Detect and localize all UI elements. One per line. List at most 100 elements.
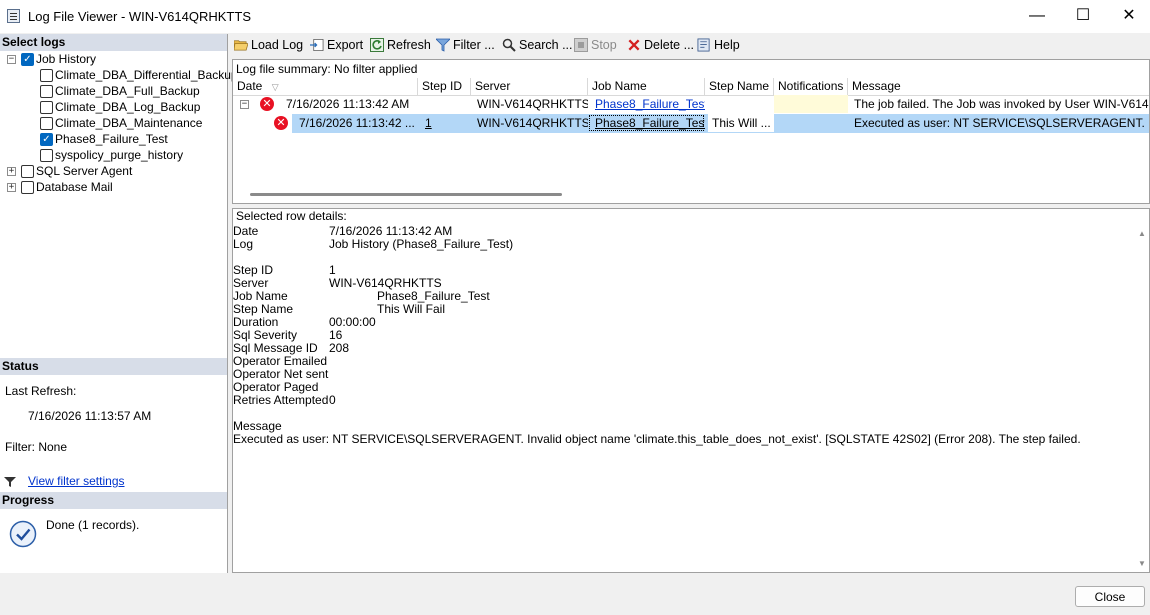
cell-step-name [705, 95, 774, 113]
left-panel: Select logs − ✓ Job History Climate_DBA_… [0, 34, 238, 573]
filter-status: Filter: None [5, 440, 68, 454]
select-logs-heading: Select logs [0, 34, 227, 51]
refresh-icon [370, 38, 384, 52]
row-details-panel: Selected row details: Date 7/16/2026 11:… [232, 208, 1150, 573]
column-header-date[interactable]: Date ▽ [233, 78, 418, 95]
expand-database-mail-toggle[interactable]: + [7, 183, 16, 192]
cell-server: WIN-V614QRHKTTS [477, 116, 588, 130]
load-log-label: Load Log [251, 38, 304, 52]
search-label: Search ... [519, 38, 573, 52]
tree-item-job[interactable]: Climate_DBA_Full_Backup [55, 84, 200, 98]
detail-retries-value: 0 [329, 393, 336, 407]
tree-item-job[interactable]: syspolicy_purge_history [55, 148, 183, 162]
detail-retries-label: Retries Attempted [233, 393, 329, 407]
folder-icon [234, 40, 248, 51]
tree-item-job[interactable]: Climate_DBA_Differential_Backup [55, 68, 238, 82]
stop-button[interactable]: Stop [574, 36, 617, 54]
refresh-label: Refresh [387, 38, 431, 52]
detail-step-name-value: This Will Fail [377, 302, 445, 316]
log-grid: Log file summary: No filter applied Date… [232, 59, 1150, 204]
filter-button[interactable]: Filter ... [436, 36, 495, 54]
details-heading: Selected row details: [236, 209, 347, 223]
cell-notifications [774, 114, 848, 132]
cell-date: 7/16/2026 11:13:42 ... [299, 116, 415, 130]
last-refresh-value: 7/16/2026 11:13:57 AM [28, 409, 152, 423]
job-checkbox[interactable] [40, 85, 53, 98]
cell-message: The job failed. The Job was invoked by U… [854, 97, 1149, 111]
help-label: Help [714, 38, 740, 52]
title-bar: Log File Viewer - WIN-V614QRHKTTS — ☐ ✕ [0, 0, 1150, 33]
cell-notifications [774, 95, 848, 113]
export-button[interactable]: Export [310, 36, 363, 54]
app-icon [7, 9, 20, 23]
scroll-down-arrow-icon[interactable]: ▼ [1138, 559, 1146, 568]
cell-job-name-link[interactable]: Phase8_Failure_Test [588, 114, 705, 132]
tree-item-job[interactable]: Phase8_Failure_Test [55, 132, 168, 146]
sort-arrow-icon: ▽ [271, 82, 279, 92]
cell-server: WIN-V614QRHKTTS [477, 97, 588, 111]
error-icon: ✕ [260, 97, 274, 111]
cell-message: Executed as user: NT SERVICE\SQLSERVERAG… [854, 116, 1150, 130]
log-summary: Log file summary: No filter applied [236, 62, 418, 76]
column-header-notifications[interactable]: Notifications [774, 78, 848, 95]
database-mail-checkbox[interactable] [21, 181, 34, 194]
expand-sql-server-agent-toggle[interactable]: + [7, 167, 16, 176]
refresh-button[interactable]: Refresh [370, 36, 431, 54]
horizontal-scrollbar-thumb[interactable] [250, 193, 562, 196]
filter-funnel-icon [436, 38, 450, 52]
search-icon [502, 38, 516, 52]
stop-icon [574, 38, 588, 52]
cell-step-id-link[interactable]: 1 [421, 114, 471, 132]
detail-message-value: Executed as user: NT SERVICE\SQLSERVERAG… [233, 432, 1081, 446]
minimize-button[interactable]: — [1014, 0, 1060, 32]
cell-step-name: This Will ... [708, 114, 774, 132]
maximize-button[interactable]: ☐ [1060, 0, 1106, 32]
tree-item-sql-server-agent[interactable]: SQL Server Agent [36, 164, 132, 178]
job-checkbox[interactable] [40, 117, 53, 130]
tree-item-job-history[interactable]: Job History [36, 52, 96, 66]
cell-job-name-link[interactable]: Phase8_Failure_Test [591, 95, 705, 113]
scroll-up-arrow-icon[interactable]: ▲ [1138, 229, 1146, 238]
job-checkbox[interactable] [40, 149, 53, 162]
status-heading: Status [0, 358, 227, 375]
column-header-server[interactable]: Server [471, 78, 588, 95]
done-check-icon [9, 520, 37, 548]
column-header-job-name[interactable]: Job Name [588, 78, 705, 95]
last-refresh-label: Last Refresh: [5, 384, 77, 398]
delete-icon [628, 39, 640, 51]
collapse-row-toggle[interactable]: − [240, 100, 249, 109]
job-checkbox[interactable] [40, 69, 53, 82]
column-header-message[interactable]: Message [848, 78, 1149, 95]
close-button[interactable]: Close [1075, 586, 1145, 607]
view-filter-settings-link[interactable]: View filter settings [28, 474, 125, 488]
tree-item-job[interactable]: Climate_DBA_Log_Backup [55, 100, 200, 114]
column-header-step-name[interactable]: Step Name [705, 78, 774, 95]
load-log-button[interactable]: Load Log [234, 36, 303, 54]
window-title: Log File Viewer - WIN-V614QRHKTTS [28, 9, 251, 24]
detail-sql-message-id-value: 208 [329, 341, 350, 355]
progress-text: Done (1 records). [46, 518, 140, 532]
job-history-checkbox[interactable]: ✓ [21, 53, 34, 66]
progress-heading: Progress [0, 492, 227, 509]
delete-button[interactable]: Delete ... [627, 36, 694, 54]
close-window-button[interactable]: ✕ [1106, 0, 1150, 32]
detail-log-value: Job History (Phase8_Failure_Test) [329, 237, 514, 251]
delete-label: Delete ... [644, 38, 695, 52]
export-label: Export [327, 38, 364, 52]
job-checkbox[interactable]: ✓ [40, 133, 53, 146]
job-checkbox[interactable] [40, 101, 53, 114]
help-button[interactable]: Help [697, 36, 740, 54]
table-row-selected[interactable]: ✕ 7/16/2026 11:13:42 ... 1 WIN-V614QRHKT… [233, 114, 1150, 133]
export-icon [310, 39, 324, 51]
search-button[interactable]: Search ... [502, 36, 573, 54]
tree-item-database-mail[interactable]: Database Mail [36, 180, 113, 194]
filter-icon [4, 477, 16, 487]
stop-label: Stop [591, 38, 617, 52]
table-row[interactable]: − ✕ 7/16/2026 11:13:42 AM WIN-V614QRHKTT… [233, 95, 1149, 114]
cell-date: 7/16/2026 11:13:42 AM [286, 97, 410, 111]
column-header-step-id[interactable]: Step ID [418, 78, 471, 95]
cell-step-id [418, 95, 471, 113]
tree-item-job[interactable]: Climate_DBA_Maintenance [55, 116, 202, 130]
sql-server-agent-checkbox[interactable] [21, 165, 34, 178]
collapse-job-history-toggle[interactable]: − [7, 55, 16, 64]
